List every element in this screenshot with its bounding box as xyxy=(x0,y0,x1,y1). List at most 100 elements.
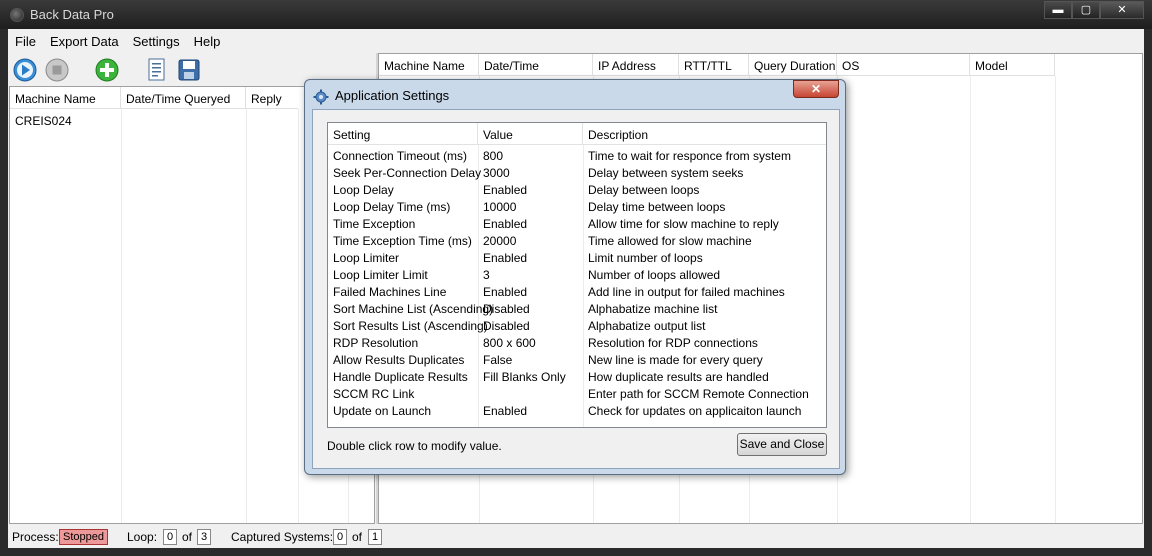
minimize-button[interactable]: ▬ xyxy=(1044,1,1072,19)
col-machine-name[interactable]: Machine Name xyxy=(10,87,121,109)
setting-value: Disabled xyxy=(483,302,530,316)
settings-row[interactable]: RDP Resolution 800 x 600 Resolution for RD… xyxy=(328,334,826,351)
setting-name: Sort Machine List (Ascending) xyxy=(333,302,494,316)
col-date-time[interactable]: Date/Time xyxy=(479,54,593,76)
open-list-button[interactable] xyxy=(144,57,170,83)
col-reply[interactable]: Reply xyxy=(246,87,298,109)
setting-value: 3 xyxy=(483,268,490,282)
process-label: Process: xyxy=(12,530,59,544)
setting-name: Update on Launch xyxy=(333,404,432,418)
menu-export-data[interactable]: Export Data xyxy=(43,31,126,53)
setting-description: Number of loops allowed xyxy=(588,268,721,282)
loop-total: 3 xyxy=(197,529,211,545)
col-value[interactable]: Value xyxy=(478,123,583,145)
col-description[interactable]: Description xyxy=(583,123,826,145)
document-icon xyxy=(148,58,165,81)
col-query-duration[interactable]: Query Duration xyxy=(749,54,837,76)
captured-of-label: of xyxy=(352,530,363,544)
menu-bar: File Export Data Settings Help xyxy=(8,31,227,53)
settings-row[interactable]: Sort Results List (Ascending) Disabled Alp… xyxy=(328,317,826,334)
add-machine-button[interactable] xyxy=(94,57,120,83)
setting-value: Enabled xyxy=(483,285,528,299)
save-button[interactable] xyxy=(176,57,202,83)
setting-name: Seek Per-Connection Delay xyxy=(333,166,482,180)
settings-row[interactable]: Update on Launch Enabled Check for updates… xyxy=(328,402,826,419)
col-date-time-queryed[interactable]: Date/Time Queryed xyxy=(121,87,246,109)
title-bar: Back Data Pro ▬ ▢ ✕ xyxy=(0,0,1152,29)
menu-settings[interactable]: Settings xyxy=(126,31,187,53)
settings-row[interactable]: Seek Per-Connection Delay 3000 Delay betwe… xyxy=(328,164,826,181)
maximize-button[interactable]: ▢ xyxy=(1072,1,1100,19)
setting-description: Time allowed for slow machine xyxy=(588,234,752,248)
stop-button[interactable] xyxy=(44,57,70,83)
add-icon xyxy=(95,58,119,82)
setting-description: Check for updates on applicaiton launch xyxy=(588,404,802,418)
settings-row[interactable]: Loop Delay Time (ms) 10000 Delay time betw… xyxy=(328,198,826,215)
settings-row[interactable]: Failed Machines Line Enabled Add line in o… xyxy=(328,283,826,300)
col-model[interactable]: Model xyxy=(970,54,1055,76)
app-icon xyxy=(10,8,24,22)
menu-help[interactable]: Help xyxy=(187,31,228,53)
settings-row[interactable]: Loop Delay Enabled Delay between loops xyxy=(328,181,826,198)
save-and-close-button[interactable]: Save and Close xyxy=(737,433,827,456)
settings-row[interactable]: Time Exception Time (ms) 20000 Time allowe… xyxy=(328,232,826,249)
captured-total: 1 xyxy=(368,529,382,545)
loop-current: 0 xyxy=(163,529,177,545)
play-button[interactable] xyxy=(12,57,38,83)
stop-icon xyxy=(45,58,69,82)
settings-row[interactable]: Loop Limiter Enabled Limit number of loops xyxy=(328,249,826,266)
setting-name: Loop Delay Time (ms) xyxy=(333,200,451,214)
settings-row[interactable]: Time Exception Enabled Allow time for slow… xyxy=(328,215,826,232)
window-title: Back Data Pro xyxy=(30,7,114,22)
setting-description: Add line in output for failed machines xyxy=(588,285,785,299)
menu-file[interactable]: File xyxy=(8,31,43,53)
dialog-title: Application Settings xyxy=(335,88,450,103)
setting-name: Connection Timeout (ms) xyxy=(333,149,468,163)
captured-current: 0 xyxy=(333,529,347,545)
setting-name: Sort Results List (Ascending) xyxy=(333,319,488,333)
setting-description: Time to wait for responce from system xyxy=(588,149,791,163)
play-icon xyxy=(13,58,37,82)
col-machine-name-results[interactable]: Machine Name xyxy=(379,54,479,76)
setting-name: Loop Limiter Limit xyxy=(333,268,428,282)
setting-description: Limit number of loops xyxy=(588,251,703,265)
col-ip-address[interactable]: IP Address xyxy=(593,54,679,76)
setting-value: 20000 xyxy=(483,234,517,248)
setting-value: Enabled xyxy=(483,183,528,197)
settings-row[interactable]: Loop Limiter Limit 3 Number of loops allow… xyxy=(328,266,826,283)
setting-value: 10000 xyxy=(483,200,517,214)
setting-name: Time Exception Time (ms) xyxy=(333,234,472,248)
status-bar: Process: Stopped Loop: 0 of 3 Captured S… xyxy=(8,526,1144,548)
setting-name: Loop Delay xyxy=(333,183,394,197)
dialog-close-button[interactable]: ✕ xyxy=(793,80,839,98)
col-setting[interactable]: Setting xyxy=(328,123,478,145)
settings-grid[interactable]: Setting Value Description Connection Tim… xyxy=(327,122,827,428)
setting-description: Delay time between loops xyxy=(588,200,726,214)
captured-label: Captured Systems: xyxy=(231,530,334,544)
dialog-hint: Double click row to modify value. xyxy=(327,439,502,453)
setting-description: How duplicate results are handled xyxy=(588,370,769,384)
setting-value: Fill Blanks Only xyxy=(483,370,566,384)
setting-name: Handle Duplicate Results xyxy=(333,370,468,384)
col-os[interactable]: OS xyxy=(837,54,970,76)
setting-name: Failed Machines Line xyxy=(333,285,447,299)
setting-description: Allow time for slow machine to reply xyxy=(588,217,779,231)
list-item[interactable]: CREIS024 xyxy=(15,114,72,128)
setting-description: Enter path for SCCM Remote Connection xyxy=(588,387,809,401)
setting-value: Enabled xyxy=(483,217,528,231)
settings-row[interactable]: Sort Machine List (Ascending) Disabled Alp… xyxy=(328,300,826,317)
toolbar xyxy=(12,55,202,85)
setting-description: Delay between loops xyxy=(588,183,700,197)
setting-description: New line is made for every query xyxy=(588,353,763,367)
save-icon xyxy=(178,59,200,81)
settings-row[interactable]: Allow Results Duplicates False New line is… xyxy=(328,351,826,368)
close-button[interactable]: ✕ xyxy=(1100,1,1144,19)
settings-row[interactable]: Handle Duplicate Results Fill Blanks Only… xyxy=(328,368,826,385)
settings-row[interactable]: SCCM RC Link Enter path for SCCM Remote C… xyxy=(328,385,826,402)
setting-value: Disabled xyxy=(483,319,530,333)
gear-icon xyxy=(313,89,329,105)
application-settings-dialog: Application Settings ✕ Setting Value Des… xyxy=(304,79,846,475)
settings-row[interactable]: Connection Timeout (ms) 800 Time to wait f… xyxy=(328,147,826,164)
col-rtt-ttl[interactable]: RTT/TTL xyxy=(679,54,749,76)
setting-value: 3000 xyxy=(483,166,510,180)
